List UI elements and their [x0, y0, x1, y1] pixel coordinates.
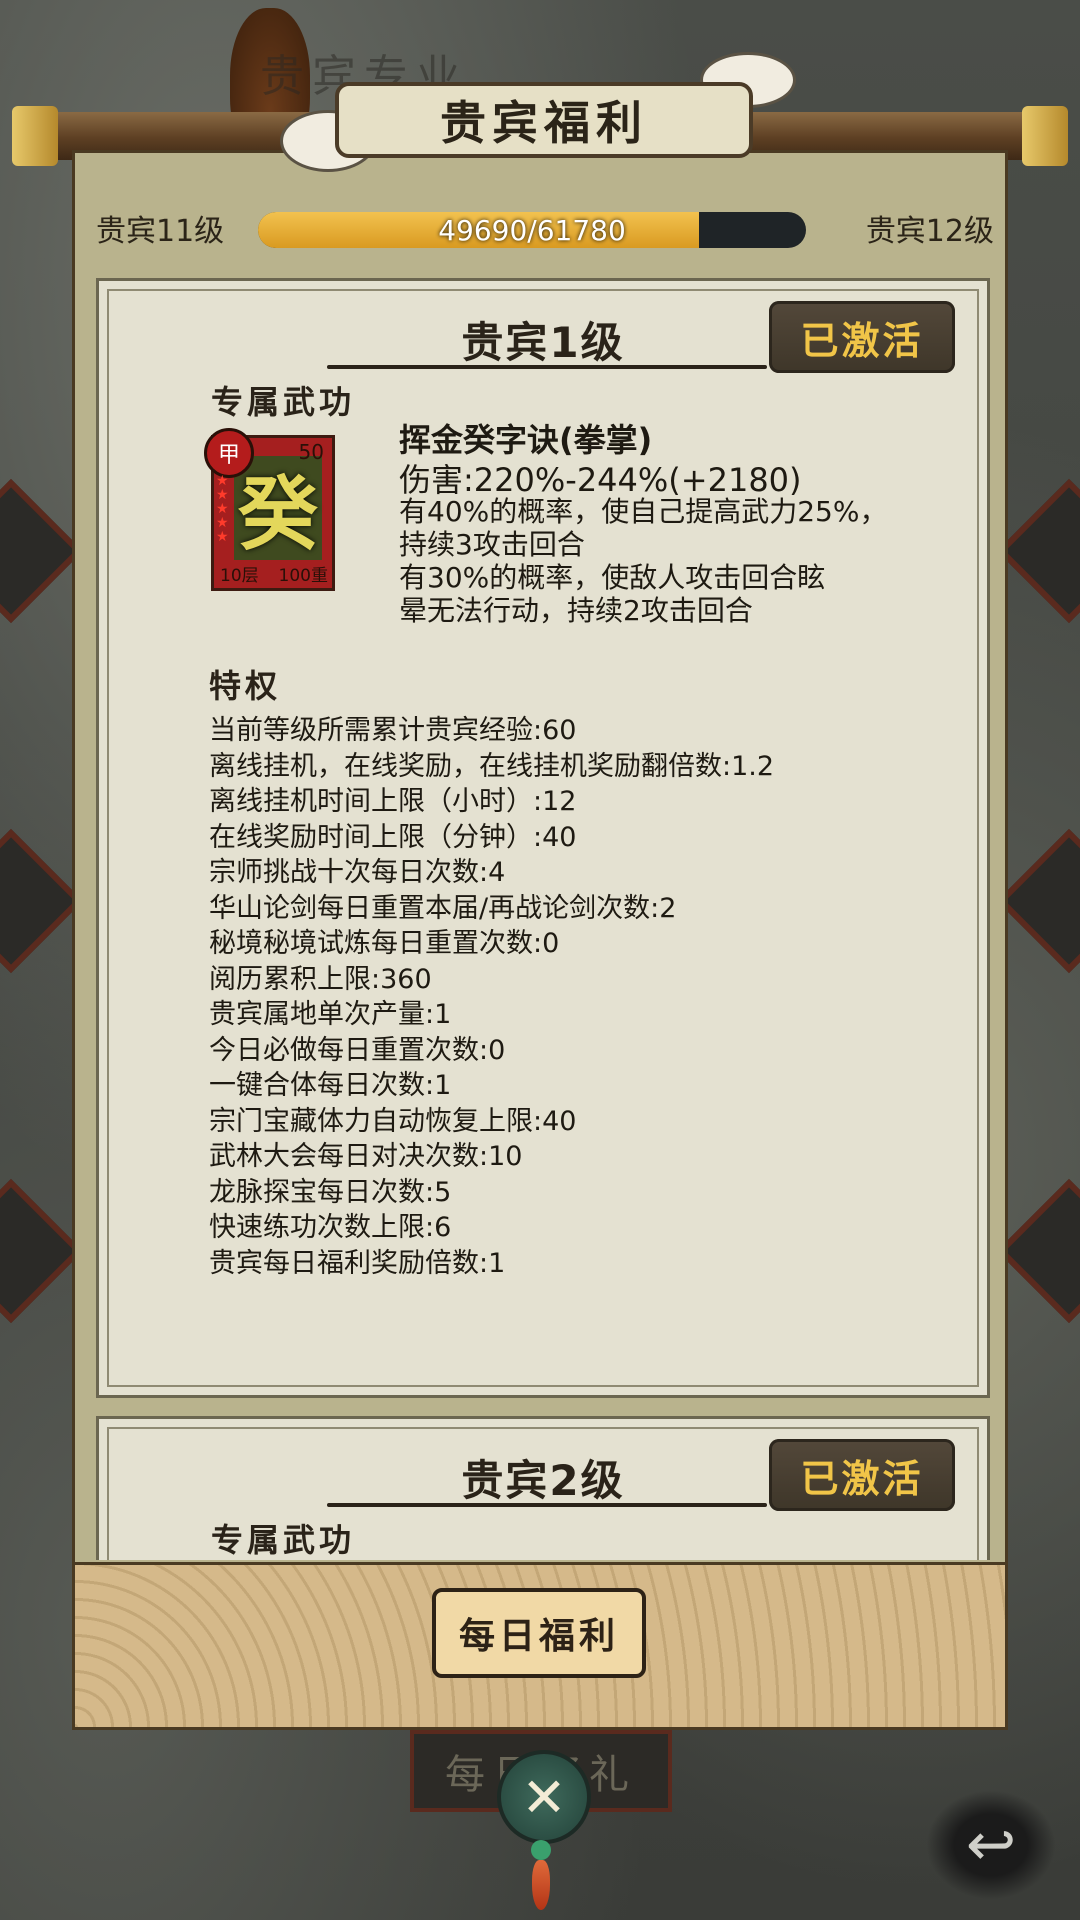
skill-icon[interactable]: 癸 甲 ★ ★ ★ ★ ★ 50 10层 100重	[204, 428, 335, 591]
skill-desc-line: 持续3攻击回合	[399, 528, 585, 561]
vip-progress-text: 49690/61780	[438, 213, 626, 247]
privilege-list: 当前等级所需累计贵宾经验:60 离线挂机，在线奖励，在线挂机奖励翻倍数:1.2 …	[209, 713, 774, 1281]
skill-description: 有40%的概率，使自己提高武力25%， 持续3攻击回合 有30%的概率，使敌人攻…	[399, 495, 919, 627]
tassel-decoration	[532, 1860, 550, 1910]
privilege-item: 武林大会每日对决次数:10	[209, 1141, 523, 1172]
title-plate: 贵宾福利	[335, 82, 753, 158]
privilege-item: 贵宾每日福利奖励倍数:1	[209, 1247, 506, 1279]
card-title: 贵宾1级	[461, 318, 625, 367]
privilege-item: 一键合体每日次数:1	[209, 1070, 452, 1101]
privilege-item: 阅历累积上限:360	[209, 963, 432, 995]
vip-progress-bar: 49690/61780	[258, 212, 806, 248]
privilege-label: 特权	[209, 667, 282, 705]
title-underline	[327, 365, 767, 369]
exclusive-skill-label: 专属武功	[211, 383, 356, 421]
activated-badge: 已激活	[769, 301, 955, 373]
privilege-item: 宗门宝藏体力自动恢复上限:40	[209, 1105, 577, 1137]
skill-weight: 100重	[278, 566, 328, 586]
skill-desc-line: 有30%的概率，使敌人攻击回合眩	[399, 561, 826, 594]
skill-desc-line: 有40%的概率，使自己提高武力25%，	[399, 495, 888, 528]
vip-level-card: 贵宾1级 已激活 专属武功 癸 甲 ★ ★ ★ ★ ★ 50 10层 100重 挥金癸字…	[96, 278, 990, 1398]
next-level-label: 贵宾12级	[865, 214, 994, 249]
title-underline	[327, 1503, 767, 1507]
privilege-item: 宗师挑战十次每日次数:4	[209, 857, 506, 888]
skill-icon-char: 癸	[238, 468, 318, 561]
privilege-item: 今日必做每日重置次数:0	[209, 1034, 506, 1066]
daily-welfare-button[interactable]: 每日福利	[432, 1588, 646, 1678]
star-rating-icon: ★ ★ ★ ★ ★	[216, 473, 229, 545]
current-level-label: 贵宾11级	[96, 214, 225, 249]
privilege-item: 华山论剑每日重置本届/再战论剑次数:2	[209, 892, 677, 924]
activated-badge: 已激活	[769, 1439, 955, 1511]
card-title: 贵宾2级	[461, 1456, 625, 1505]
privilege-item: 在线奖励时间上限（分钟）:40	[209, 821, 577, 853]
privilege-item: 快速练功次数上限:6	[209, 1212, 452, 1243]
privilege-item: 离线挂机时间上限（小时）:12	[209, 786, 577, 817]
roller-cap-left	[12, 106, 58, 166]
vip-levels-scroll-list[interactable]: 贵宾1级 已激活 专属武功 癸 甲 ★ ★ ★ ★ ★ 50 10层 100重 挥金癸字…	[96, 278, 990, 1560]
roller-cap-right	[1022, 106, 1068, 166]
skill-icon-inner: 癸	[234, 456, 322, 561]
skill-desc-line: 晕无法行动，持续2攻击回合	[399, 594, 753, 627]
back-arrow-icon[interactable]: ↩	[926, 1790, 1056, 1900]
bead-decoration	[531, 1840, 551, 1860]
privilege-item: 龙脉探宝每日次数:5	[209, 1176, 452, 1208]
skill-grade-badge: 甲	[204, 428, 254, 478]
privilege-item: 贵宾属地单次产量:1	[209, 999, 452, 1030]
privilege-item: 秘境秘境试炼每日重置次数:0	[209, 928, 560, 959]
exclusive-skill-label: 专属武功	[211, 1521, 356, 1559]
skill-layer: 10层	[220, 566, 259, 586]
page-title: 贵宾福利	[440, 96, 648, 150]
vip-level-card: 贵宾2级 已激活 专属武功	[96, 1416, 990, 1560]
close-icon[interactable]: ✕	[497, 1750, 591, 1844]
skill-level-number: 50	[298, 440, 324, 464]
privilege-item: 离线挂机，在线奖励，在线挂机奖励翻倍数:1.2	[209, 750, 775, 782]
privilege-item: 当前等级所需累计贵宾经验:60	[209, 715, 577, 746]
